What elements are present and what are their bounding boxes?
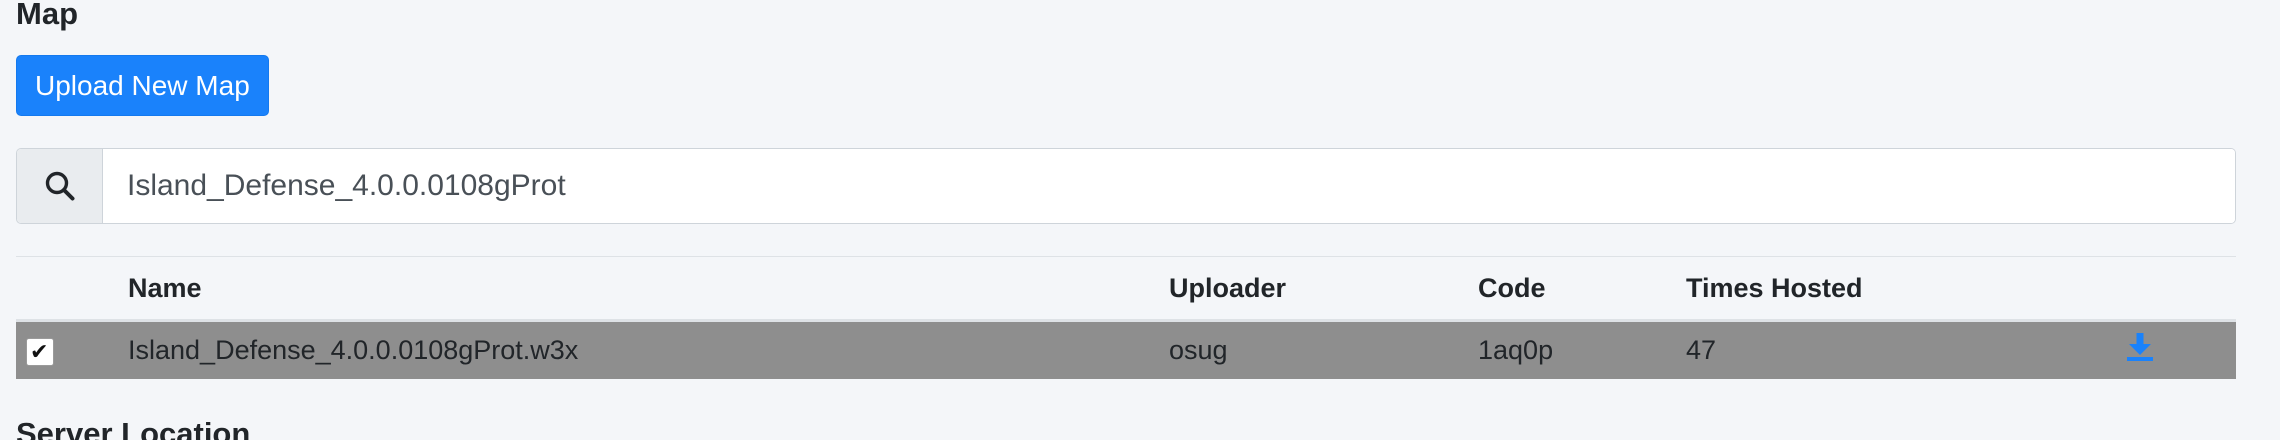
row-times-hosted: 47 [1686, 320, 2126, 379]
row-select-cell: ✔ [16, 320, 128, 379]
server-location-title: Server Location [16, 416, 251, 440]
map-search-bar [16, 148, 2236, 224]
header-select [16, 256, 128, 322]
download-icon[interactable] [2126, 332, 2154, 369]
checkmark-icon: ✔ [30, 338, 49, 364]
search-icon [45, 171, 74, 201]
header-times-hosted[interactable]: Times Hosted [1686, 256, 2126, 322]
search-input[interactable] [103, 149, 2235, 223]
header-code[interactable]: Code [1478, 256, 1686, 322]
header-action [2126, 256, 2236, 322]
header-uploader[interactable]: Uploader [1169, 256, 1478, 322]
map-section-title: Map [16, 0, 78, 31]
table-row[interactable]: ✔ Island_Defense_4.0.0.0108gProt.w3x osu… [16, 320, 2236, 379]
row-checkbox[interactable]: ✔ [26, 337, 54, 366]
row-name: Island_Defense_4.0.0.0108gProt.w3x [128, 320, 1169, 379]
upload-new-map-button[interactable]: Upload New Map [16, 55, 269, 116]
page: Map Upload New Map Name Uploader Code Ti… [0, 0, 2280, 440]
search-addon[interactable] [17, 149, 103, 223]
row-uploader: osug [1169, 320, 1478, 379]
table-header-row: Name Uploader Code Times Hosted [16, 256, 2236, 322]
row-action-cell [2126, 320, 2236, 379]
row-code: 1aq0p [1478, 320, 1686, 379]
header-name[interactable]: Name [128, 256, 1169, 322]
maps-table: Name Uploader Code Times Hosted ✔ Island… [16, 256, 2236, 379]
